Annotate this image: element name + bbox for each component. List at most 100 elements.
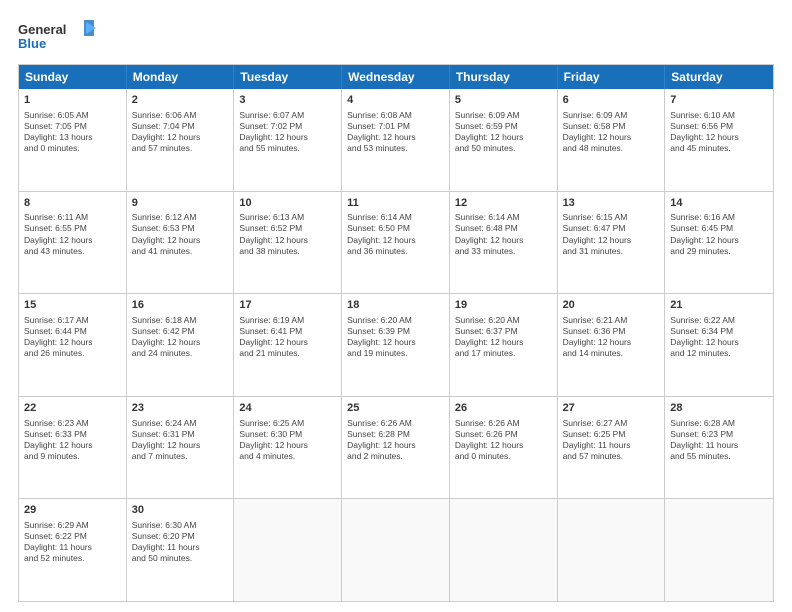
cal-day-22: 22Sunrise: 6:23 AMSunset: 6:33 PMDayligh…: [19, 397, 127, 499]
day-number: 6: [563, 93, 660, 108]
day-number: 25: [347, 401, 444, 416]
day-number: 10: [239, 196, 336, 211]
day-info: Sunrise: 6:25 AMSunset: 6:30 PMDaylight:…: [239, 418, 336, 462]
cal-day-21: 21 Sunrise: 6:22 AMSunset: 6:34 PMDayligh…: [665, 294, 773, 396]
cal-day-9: 9Sunrise: 6:12 AMSunset: 6:53 PMDaylight…: [127, 192, 235, 294]
day-number: 8: [24, 196, 121, 211]
day-info: Sunrise: 6:22 AMSunset: 6:34 PMDaylight:…: [670, 315, 768, 359]
cal-day-30: 30 Sunrise: 6:30 AMSunset: 6:20 PMDayligh…: [127, 499, 235, 601]
cal-header-monday: Monday: [127, 65, 235, 89]
day-info: Sunrise: 6:08 AMSunset: 7:01 PMDaylight:…: [347, 110, 444, 154]
cal-header-friday: Friday: [558, 65, 666, 89]
cal-header-tuesday: Tuesday: [234, 65, 342, 89]
cal-day-6: 6Sunrise: 6:09 AMSunset: 6:58 PMDaylight…: [558, 89, 666, 191]
day-info: Sunrise: 6:14 AMSunset: 6:48 PMDaylight:…: [455, 212, 552, 256]
day-info: Sunrise: 6:13 AMSunset: 6:52 PMDaylight:…: [239, 212, 336, 256]
cal-day-11: 11Sunrise: 6:14 AMSunset: 6:50 PMDayligh…: [342, 192, 450, 294]
day-info: Sunrise: 6:16 AMSunset: 6:45 PMDaylight:…: [670, 212, 768, 256]
cal-empty: [450, 499, 558, 601]
cal-empty: [234, 499, 342, 601]
day-info: Sunrise: 6:15 AMSunset: 6:47 PMDaylight:…: [563, 212, 660, 256]
day-number: 7: [670, 93, 768, 108]
cal-day-16: 16Sunrise: 6:18 AMSunset: 6:42 PMDayligh…: [127, 294, 235, 396]
cal-day-12: 12Sunrise: 6:14 AMSunset: 6:48 PMDayligh…: [450, 192, 558, 294]
cal-week-3: 15 Sunrise: 6:17 AMSunset: 6:44 PMDayligh…: [19, 294, 773, 397]
cal-day-8: 8Sunrise: 6:11 AMSunset: 6:55 PMDaylight…: [19, 192, 127, 294]
day-info: Sunrise: 6:24 AMSunset: 6:31 PMDaylight:…: [132, 418, 229, 462]
day-number: 22: [24, 401, 121, 416]
day-number: 26: [455, 401, 552, 416]
cal-day-17: 17 Sunrise: 6:19 AMSunset: 6:41 PMDayligh…: [234, 294, 342, 396]
svg-text:Blue: Blue: [18, 36, 46, 51]
cal-day-5: 5 Sunrise: 6:09 AMSunset: 6:59 PMDaylight…: [450, 89, 558, 191]
cal-week-1: 1Sunrise: 6:05 AMSunset: 7:05 PMDaylight…: [19, 89, 773, 192]
day-number: 5: [455, 93, 552, 108]
cal-day-28: 28 Sunrise: 6:28 AMSunset: 6:23 PMDayligh…: [665, 397, 773, 499]
cal-week-5: 29Sunrise: 6:29 AMSunset: 6:22 PMDayligh…: [19, 499, 773, 601]
day-info: Sunrise: 6:19 AMSunset: 6:41 PMDaylight:…: [239, 315, 336, 359]
day-number: 21: [670, 298, 768, 313]
cal-header-wednesday: Wednesday: [342, 65, 450, 89]
cal-empty: [342, 499, 450, 601]
cal-header-saturday: Saturday: [665, 65, 773, 89]
day-info: Sunrise: 6:20 AMSunset: 6:37 PMDaylight:…: [455, 315, 552, 359]
cal-empty: [558, 499, 666, 601]
day-number: 9: [132, 196, 229, 211]
page-header: General Blue: [18, 18, 774, 56]
day-number: 27: [563, 401, 660, 416]
cal-header-sunday: Sunday: [19, 65, 127, 89]
day-number: 18: [347, 298, 444, 313]
cal-day-2: 2Sunrise: 6:06 AMSunset: 7:04 PMDaylight…: [127, 89, 235, 191]
cal-day-29: 29Sunrise: 6:29 AMSunset: 6:22 PMDayligh…: [19, 499, 127, 601]
day-number: 24: [239, 401, 336, 416]
cal-day-15: 15 Sunrise: 6:17 AMSunset: 6:44 PMDayligh…: [19, 294, 127, 396]
cal-day-10: 10Sunrise: 6:13 AMSunset: 6:52 PMDayligh…: [234, 192, 342, 294]
day-info: Sunrise: 6:07 AMSunset: 7:02 PMDaylight:…: [239, 110, 336, 154]
day-info: Sunrise: 6:27 AMSunset: 6:25 PMDaylight:…: [563, 418, 660, 462]
cal-day-1: 1Sunrise: 6:05 AMSunset: 7:05 PMDaylight…: [19, 89, 127, 191]
calendar: SundayMondayTuesdayWednesdayThursdayFrid…: [18, 64, 774, 602]
day-number: 3: [239, 93, 336, 108]
day-info: Sunrise: 6:20 AMSunset: 6:39 PMDaylight:…: [347, 315, 444, 359]
cal-day-26: 26 Sunrise: 6:26 AMSunset: 6:26 PMDayligh…: [450, 397, 558, 499]
day-number: 4: [347, 93, 444, 108]
day-number: 30: [132, 503, 229, 518]
cal-day-23: 23Sunrise: 6:24 AMSunset: 6:31 PMDayligh…: [127, 397, 235, 499]
cal-week-4: 22Sunrise: 6:23 AMSunset: 6:33 PMDayligh…: [19, 397, 773, 500]
cal-day-25: 25 Sunrise: 6:26 AMSunset: 6:28 PMDayligh…: [342, 397, 450, 499]
day-info: Sunrise: 6:09 AMSunset: 6:59 PMDaylight:…: [455, 110, 552, 154]
cal-day-20: 20 Sunrise: 6:21 AMSunset: 6:36 PMDayligh…: [558, 294, 666, 396]
cal-day-13: 13Sunrise: 6:15 AMSunset: 6:47 PMDayligh…: [558, 192, 666, 294]
calendar-header: SundayMondayTuesdayWednesdayThursdayFrid…: [19, 65, 773, 89]
logo: General Blue: [18, 18, 98, 56]
cal-day-3: 3 Sunrise: 6:07 AMSunset: 7:02 PMDaylight…: [234, 89, 342, 191]
day-info: Sunrise: 6:10 AMSunset: 6:56 PMDaylight:…: [670, 110, 768, 154]
day-number: 17: [239, 298, 336, 313]
day-info: Sunrise: 6:06 AMSunset: 7:04 PMDaylight:…: [132, 110, 229, 154]
day-info: Sunrise: 6:12 AMSunset: 6:53 PMDaylight:…: [132, 212, 229, 256]
day-number: 15: [24, 298, 121, 313]
day-number: 14: [670, 196, 768, 211]
cal-day-4: 4 Sunrise: 6:08 AMSunset: 7:01 PMDaylight…: [342, 89, 450, 191]
cal-week-2: 8Sunrise: 6:11 AMSunset: 6:55 PMDaylight…: [19, 192, 773, 295]
day-info: Sunrise: 6:28 AMSunset: 6:23 PMDaylight:…: [670, 418, 768, 462]
day-info: Sunrise: 6:18 AMSunset: 6:42 PMDaylight:…: [132, 315, 229, 359]
svg-text:General: General: [18, 22, 66, 37]
cal-day-14: 14Sunrise: 6:16 AMSunset: 6:45 PMDayligh…: [665, 192, 773, 294]
day-info: Sunrise: 6:30 AMSunset: 6:20 PMDaylight:…: [132, 520, 229, 564]
calendar-body: 1Sunrise: 6:05 AMSunset: 7:05 PMDaylight…: [19, 89, 773, 601]
cal-empty: [665, 499, 773, 601]
day-number: 12: [455, 196, 552, 211]
day-number: 11: [347, 196, 444, 211]
day-info: Sunrise: 6:26 AMSunset: 6:26 PMDaylight:…: [455, 418, 552, 462]
cal-day-24: 24 Sunrise: 6:25 AMSunset: 6:30 PMDayligh…: [234, 397, 342, 499]
day-info: Sunrise: 6:26 AMSunset: 6:28 PMDaylight:…: [347, 418, 444, 462]
day-info: Sunrise: 6:05 AMSunset: 7:05 PMDaylight:…: [24, 110, 121, 154]
cal-day-18: 18 Sunrise: 6:20 AMSunset: 6:39 PMDayligh…: [342, 294, 450, 396]
day-number: 20: [563, 298, 660, 313]
day-info: Sunrise: 6:21 AMSunset: 6:36 PMDaylight:…: [563, 315, 660, 359]
day-info: Sunrise: 6:17 AMSunset: 6:44 PMDaylight:…: [24, 315, 121, 359]
day-info: Sunrise: 6:11 AMSunset: 6:55 PMDaylight:…: [24, 212, 121, 256]
day-number: 28: [670, 401, 768, 416]
cal-day-27: 27 Sunrise: 6:27 AMSunset: 6:25 PMDayligh…: [558, 397, 666, 499]
